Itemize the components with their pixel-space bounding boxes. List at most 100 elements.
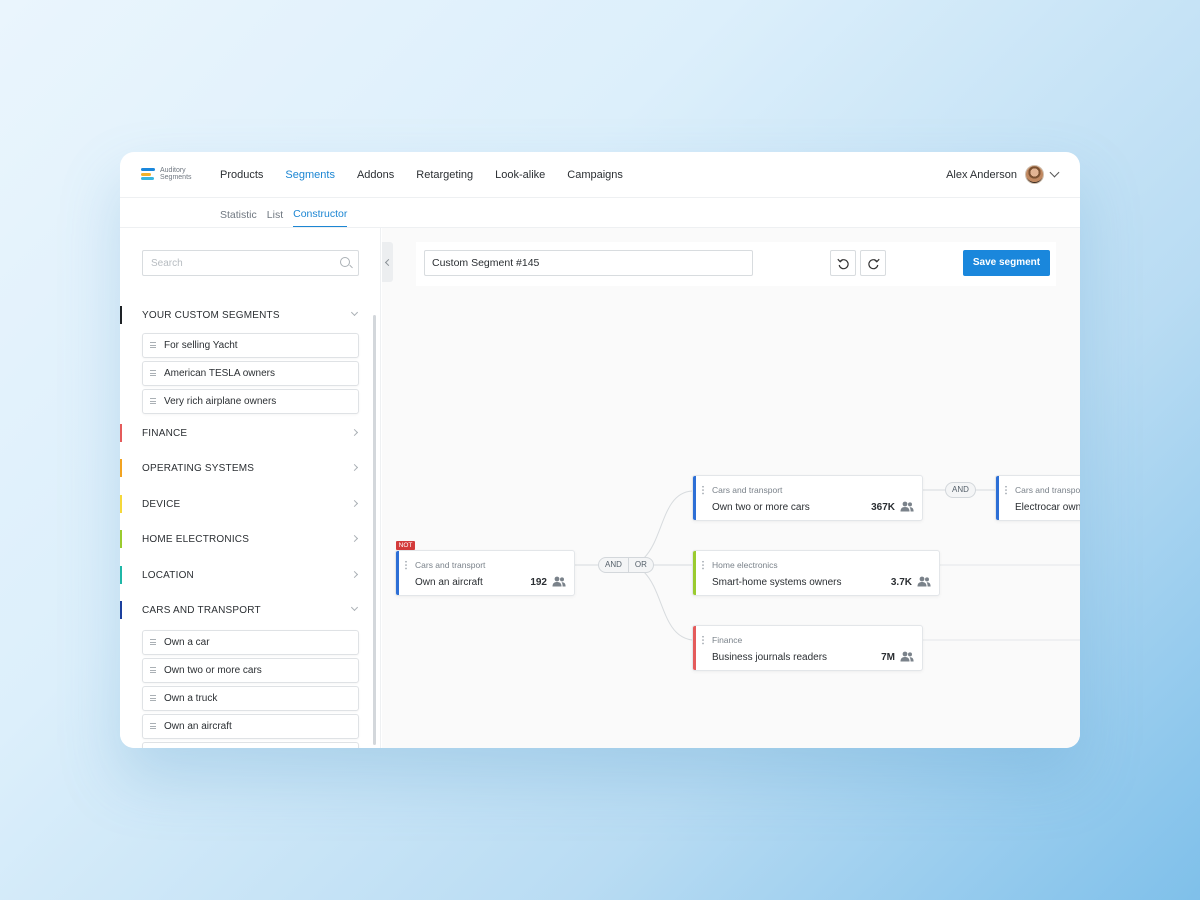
category-home-electronics[interactable]: HOME ELECTRONICS: [120, 530, 365, 550]
list-item[interactable]: Own a car: [142, 630, 359, 655]
node-category: Cars and transport: [1015, 485, 1080, 495]
tab-statistic[interactable]: Statistic: [220, 209, 257, 227]
node-color-bar: [693, 626, 696, 670]
not-badge[interactable]: NOT: [396, 541, 415, 550]
drag-handle-icon[interactable]: [150, 342, 156, 348]
drag-handle-icon[interactable]: [405, 560, 407, 570]
main-nav: Products Segments Addons Retargeting Loo…: [220, 152, 645, 198]
list-item[interactable]: For selling Yacht: [142, 333, 359, 358]
people-icon: [552, 576, 566, 587]
category-label: DEVICE: [142, 499, 181, 510]
user-menu[interactable]: Alex Anderson: [946, 165, 1060, 184]
node-color-bar: [693, 476, 696, 520]
logo-text-line1: Auditory: [160, 167, 186, 174]
chevron-down-icon: [350, 308, 359, 317]
constructor-canvas: Custom Segment #145 Save segment NOT Car…: [382, 228, 1080, 748]
category-label: HOME ELECTRONICS: [142, 534, 250, 545]
list-item-label: For selling Yacht: [164, 340, 238, 351]
logo-icon: [141, 168, 157, 182]
node-title: Business journals readers: [712, 652, 828, 663]
search-icon[interactable]: [340, 257, 350, 267]
list-item[interactable]: Own two or more cars: [142, 658, 359, 683]
list-item[interactable]: [142, 742, 359, 748]
drag-handle-icon[interactable]: [150, 398, 156, 404]
list-item-label: American TESLA owners: [164, 368, 275, 379]
list-item[interactable]: Very rich airplane owners: [142, 389, 359, 414]
category-color-bar: [120, 601, 122, 619]
category-operating-systems[interactable]: OPERATING SYSTEMS: [120, 459, 365, 479]
node-title: Own two or more cars: [712, 502, 810, 513]
category-label: OPERATING SYSTEMS: [142, 463, 255, 474]
category-color-bar: [120, 459, 122, 477]
app-window: Auditory Segments Products Segments Addo…: [120, 152, 1080, 748]
node-category: Cars and transport: [415, 560, 486, 570]
drag-handle-icon[interactable]: [150, 695, 156, 701]
drag-handle-icon[interactable]: [1005, 485, 1007, 495]
logic-operator-toggle[interactable]: AND OR: [598, 557, 654, 573]
category-color-bar: [120, 424, 122, 442]
nav-products[interactable]: Products: [220, 169, 263, 181]
category-color-bar: [120, 495, 122, 513]
people-icon: [900, 501, 914, 512]
category-custom-segments[interactable]: YOUR CUSTOM SEGMENTS: [120, 306, 365, 326]
node-title: Own an aircraft: [415, 577, 483, 588]
nav-segments[interactable]: Segments: [285, 169, 335, 181]
node-color-bar: [396, 551, 399, 595]
node-count: 7M: [881, 652, 895, 663]
node-category: Cars and transport: [712, 485, 783, 495]
category-label: YOUR CUSTOM SEGMENTS: [142, 310, 280, 321]
list-item[interactable]: Own a truck: [142, 686, 359, 711]
nav-addons[interactable]: Addons: [357, 169, 394, 181]
user-name: Alex Anderson: [946, 168, 1017, 181]
nav-retargeting[interactable]: Retargeting: [416, 169, 473, 181]
people-icon: [917, 576, 931, 587]
category-location[interactable]: LOCATION: [120, 566, 365, 586]
logic-and[interactable]: AND: [946, 483, 975, 497]
chevron-right-icon: [350, 570, 359, 579]
logic-operator-toggle[interactable]: AND: [945, 482, 976, 498]
drag-handle-icon[interactable]: [150, 667, 156, 673]
segments-sidebar: Search YOUR CUSTOM SEGMENTS For selling …: [120, 228, 381, 748]
list-item-label: Very rich airplane owners: [164, 396, 277, 407]
logo-text: Auditory Segments: [160, 167, 200, 181]
node-color-bar: [996, 476, 999, 520]
list-item-label: Own a truck: [164, 693, 218, 704]
node-category: Home electronics: [712, 560, 778, 570]
drag-handle-icon[interactable]: [150, 723, 156, 729]
category-label: LOCATION: [142, 570, 194, 581]
logic-or[interactable]: OR: [627, 558, 653, 572]
list-item[interactable]: American TESLA owners: [142, 361, 359, 386]
tab-list[interactable]: List: [267, 209, 283, 227]
sidebar-scrollbar[interactable]: [373, 315, 376, 745]
node-category: Finance: [712, 635, 743, 645]
drag-handle-icon[interactable]: [702, 635, 704, 645]
top-bar: Auditory Segments Products Segments Addo…: [120, 152, 1080, 198]
node-count: 367K: [871, 502, 895, 513]
list-item[interactable]: Own an aircraft: [142, 714, 359, 739]
node-count: 192: [530, 577, 547, 588]
list-item-label: Own an aircraft: [164, 721, 232, 732]
logic-and[interactable]: AND: [599, 558, 628, 572]
category-cars-and-transport[interactable]: CARS AND TRANSPORT: [120, 601, 365, 621]
drag-handle-icon[interactable]: [150, 639, 156, 645]
people-icon: [900, 651, 914, 662]
nav-look-alike[interactable]: Look-alike: [495, 169, 545, 181]
category-device[interactable]: DEVICE: [120, 495, 365, 515]
segment-node[interactable]: Cars and transport Electrocar owners: [995, 475, 1080, 521]
segment-node[interactable]: Finance Business journals readers 7M: [692, 625, 923, 671]
segment-node-root[interactable]: Cars and transport Own an aircraft 192: [395, 550, 575, 596]
drag-handle-icon[interactable]: [150, 370, 156, 376]
nav-campaigns[interactable]: Campaigns: [567, 169, 623, 181]
node-color-bar: [693, 551, 696, 595]
segment-node[interactable]: Cars and transport Own two or more cars …: [692, 475, 923, 521]
tab-constructor[interactable]: Constructor: [293, 208, 348, 227]
chevron-down-icon: [350, 603, 359, 612]
chevron-down-icon: [1049, 167, 1060, 178]
segment-node[interactable]: Home electronics Smart-home systems owne…: [692, 550, 940, 596]
category-finance[interactable]: FINANCE: [120, 424, 365, 444]
drag-handle-icon[interactable]: [702, 560, 704, 570]
search-input[interactable]: Search: [142, 250, 359, 276]
drag-handle-icon[interactable]: [702, 485, 704, 495]
chevron-right-icon: [350, 463, 359, 472]
logo[interactable]: Auditory Segments: [141, 167, 197, 183]
